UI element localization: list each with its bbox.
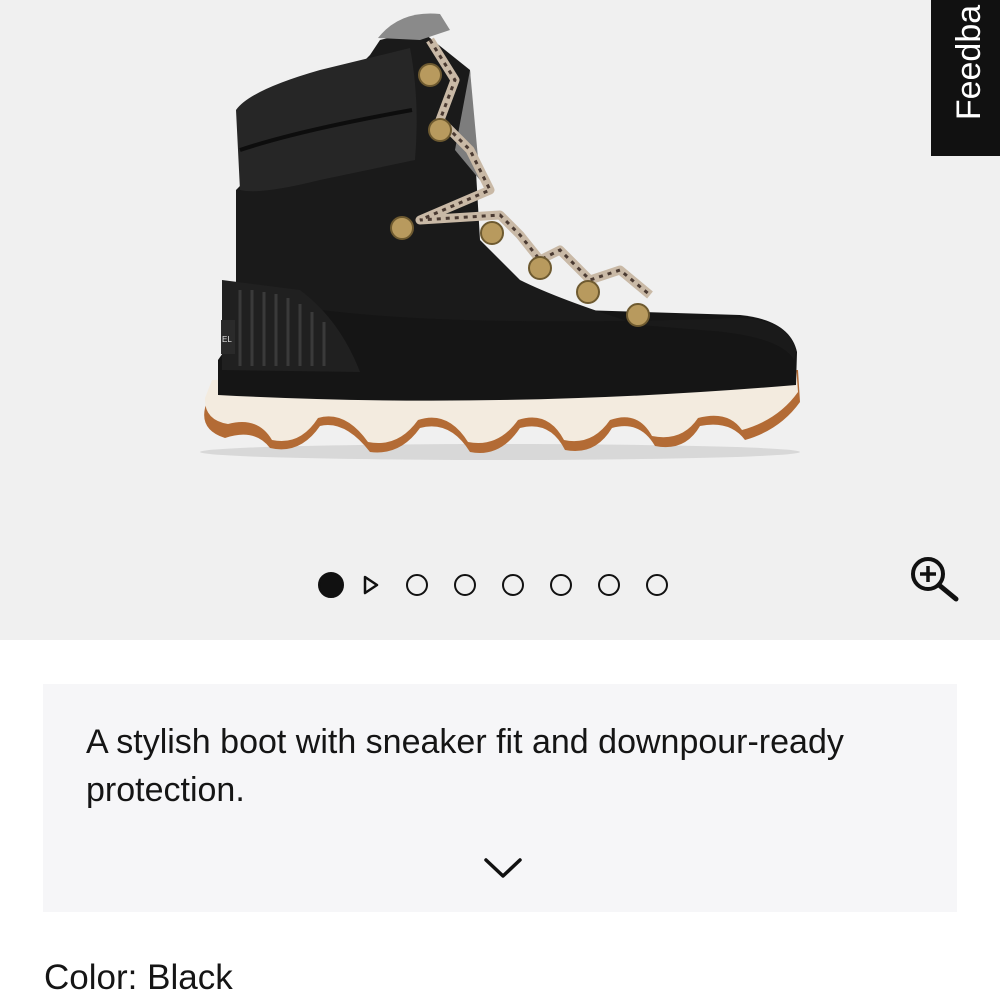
pagination-dot-6[interactable]	[598, 574, 620, 596]
expand-description-button[interactable]	[483, 854, 523, 884]
feedback-tab[interactable]: Feedba	[931, 0, 1000, 156]
play-icon	[363, 575, 379, 595]
gallery-pagination	[318, 570, 694, 600]
color-value: Black	[147, 958, 233, 997]
product-image[interactable]: EL	[180, 0, 820, 480]
color-selection: Color: Black	[44, 958, 233, 998]
pagination-dot-4[interactable]	[502, 574, 524, 596]
zoom-in-icon	[911, 557, 959, 602]
play-video-button[interactable]	[362, 574, 380, 596]
product-gallery: EL Feedba	[0, 0, 1000, 640]
pagination-dot-3[interactable]	[454, 574, 476, 596]
description-panel: A stylish boot with sneaker fit and down…	[43, 684, 957, 912]
chevron-down-icon	[484, 858, 522, 878]
pagination-dot-7[interactable]	[646, 574, 668, 596]
product-description: A stylish boot with sneaker fit and down…	[86, 723, 844, 809]
zoom-button[interactable]	[908, 554, 962, 604]
pagination-dot-5[interactable]	[550, 574, 572, 596]
pagination-dot-1[interactable]	[318, 572, 344, 598]
svg-text:EL: EL	[222, 335, 232, 344]
color-label: Color:	[44, 958, 138, 997]
feedback-label: Feedba	[950, 4, 989, 120]
pagination-dot-2[interactable]	[406, 574, 428, 596]
